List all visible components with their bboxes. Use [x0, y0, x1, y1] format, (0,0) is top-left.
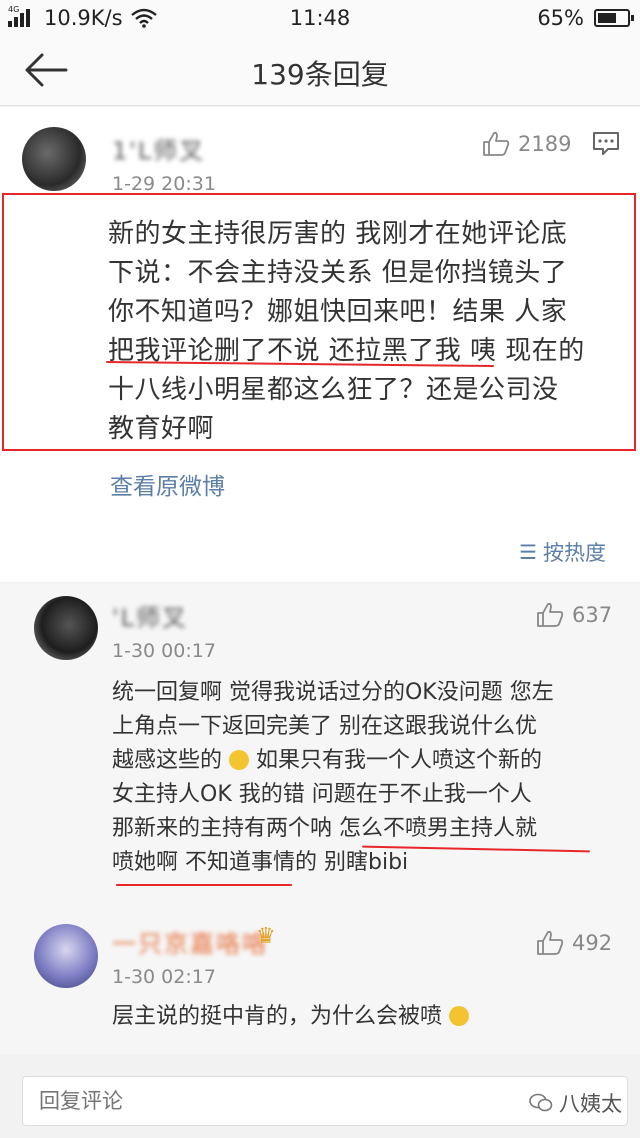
- comment-line: 统一回复啊 觉得我说话过分的OK没问题 您左: [112, 680, 554, 705]
- status-bar: 4G 10.9K/s 11:48 65%: [0, 0, 640, 36]
- post-timestamp: 1-29 20:31: [112, 173, 216, 195]
- emoji-icon: [229, 750, 250, 770]
- comment-fragment: 越感这些的: [112, 748, 223, 773]
- comment-username[interactable]: 'L师叉: [112, 598, 188, 633]
- post-text: 新的女主持很厉害的 我刚才在她评论底 下说：不会主持没关系 但是你挡镜头了 你不…: [108, 215, 618, 449]
- original-post: 1'L师叉 1-29 20:31 2189 新的女主持很厉害的 我刚才在她评论底…: [0, 107, 640, 582]
- comment-line: 那新来的主持有两个呐 怎么不喷男主持人就: [112, 816, 537, 841]
- watermark-text: 八姨太: [559, 1092, 622, 1116]
- like-count: 2189: [518, 132, 572, 156]
- avatar[interactable]: [22, 127, 86, 191]
- comment-line: 上角点一下返回完美了 别在这跟我说什么优: [112, 714, 537, 739]
- post-line: 下说：不会主持没关系 但是你挡镜头了: [108, 258, 568, 288]
- post-line: 新的女主持很厉害的 我刚才在她评论底: [108, 219, 568, 249]
- battery-percent: 65%: [537, 6, 584, 30]
- like-button[interactable]: 637: [536, 602, 612, 628]
- crown-icon: ♛: [256, 924, 276, 949]
- comments-section: 'L师叉 1-30 00:17 637 统一回复啊 觉得我说话过分的OK没问题 …: [0, 584, 640, 1054]
- view-original-link[interactable]: 查看原微博: [110, 467, 225, 501]
- sort-icon: ☰: [519, 540, 537, 564]
- comment-fragment: 如果只有我一个人喷这个新的: [249, 748, 543, 773]
- sort-label: 按热度: [543, 541, 606, 565]
- like-count: 637: [572, 603, 613, 627]
- comment-line: 女主持人OK 我的错 问题在于不止我一个人: [112, 782, 532, 807]
- comment-line: 层主说的挺中肯的，为什么会被喷: [112, 1004, 443, 1029]
- post-line: 教育好啊: [108, 414, 215, 444]
- thumbs-up-icon: [483, 131, 510, 156]
- nav-bar: 139条回复: [0, 36, 640, 106]
- sort-button[interactable]: ☰ 按热度: [519, 537, 606, 567]
- thumbs-up-icon: [537, 930, 564, 955]
- reply-icon[interactable]: [592, 131, 620, 157]
- comment-line: 越感这些的 如果只有我一个人喷这个新的: [112, 744, 612, 778]
- comment-username[interactable]: 一只京嘉咯咯: [112, 924, 268, 959]
- post-line: 你不知道吗？娜姐快回来吧！结果 人家: [108, 297, 568, 327]
- post-username[interactable]: 1'L师叉: [112, 131, 205, 166]
- watermark: 八姨太: [529, 1088, 622, 1118]
- like-count: 492: [572, 931, 613, 955]
- like-button[interactable]: 492: [536, 930, 612, 956]
- avatar[interactable]: [34, 596, 98, 660]
- wechat-icon: [529, 1093, 553, 1112]
- emoji-icon: [449, 1006, 470, 1026]
- page-title: 139条回复: [251, 58, 389, 91]
- post-line: 十八线小明星都这么狂了？还是公司没: [108, 375, 559, 405]
- like-button[interactable]: 2189: [482, 131, 571, 157]
- red-underline: [116, 884, 292, 886]
- battery-icon: [594, 9, 634, 27]
- comment-timestamp: 1-30 02:17: [112, 966, 216, 988]
- comment-text: 层主说的挺中肯的，为什么会被喷: [112, 1000, 612, 1034]
- thumbs-up-icon: [537, 602, 564, 627]
- comment-timestamp: 1-30 00:17: [112, 640, 216, 662]
- avatar[interactable]: [34, 924, 98, 988]
- status-right: 65%: [537, 6, 634, 30]
